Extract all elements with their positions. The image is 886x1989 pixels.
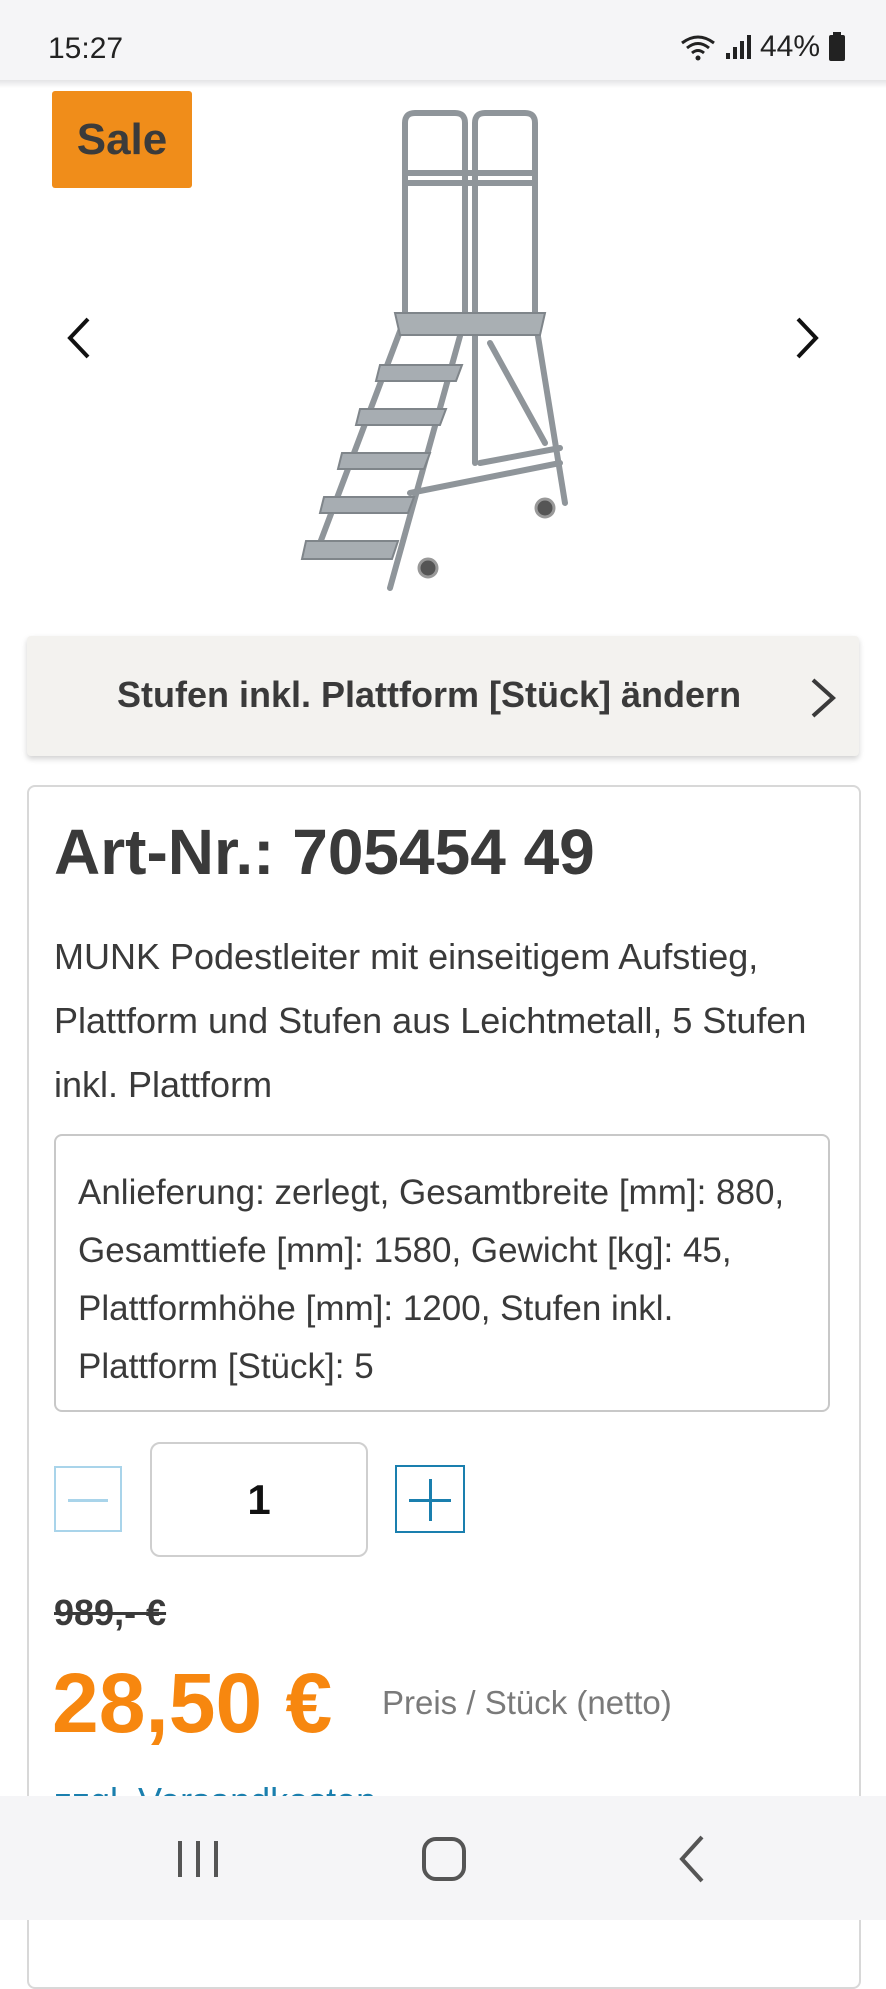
product-image[interactable] <box>280 103 620 603</box>
battery-percent: 44% <box>759 30 820 63</box>
product-description: MUNK Podestleiter mit einseitigem Aufsti… <box>54 936 807 1105</box>
recents-icon[interactable] <box>168 1831 228 1887</box>
status-bar: 15:27 44% <box>0 0 886 80</box>
product-gallery[interactable]: Sale <box>0 88 886 618</box>
system-navigation-bar <box>0 1796 886 1920</box>
product-specs: Anlieferung: zerlegt, Gesamtbreite [mm]:… <box>78 1173 785 1386</box>
header-shadow <box>0 80 886 88</box>
status-time: 15:27 <box>48 32 124 65</box>
chevron-left-icon[interactable] <box>60 313 100 363</box>
quantity-decrease-button[interactable] <box>54 1466 122 1532</box>
home-icon[interactable] <box>414 1831 474 1887</box>
status-icons: 44% <box>680 30 846 64</box>
back-icon[interactable] <box>664 1831 724 1887</box>
article-number: Art-Nr.: 705454 49 <box>54 816 595 888</box>
minus-icon <box>68 1499 108 1502</box>
chevron-right-icon <box>811 678 836 718</box>
quantity-increase-button[interactable] <box>395 1465 465 1533</box>
current-price: 28,50 € <box>52 1656 333 1750</box>
product-specs-box: Anlieferung: zerlegt, Gesamtbreite [mm]:… <box>54 1134 830 1412</box>
old-price: 989,- € <box>54 1592 167 1633</box>
variant-selector-label: Stufen inkl. Plattform [Stück] ändern <box>117 674 742 715</box>
quantity-input[interactable] <box>150 1442 368 1557</box>
variant-selector-button[interactable]: Stufen inkl. Plattform [Stück] ändern <box>27 636 859 756</box>
battery-icon <box>829 32 845 61</box>
signal-icon <box>725 35 751 59</box>
wifi-icon <box>681 35 715 61</box>
price-unit-label: Preis / Stück (netto) <box>382 1684 672 1721</box>
sale-badge: Sale <box>52 91 192 188</box>
chevron-right-icon[interactable] <box>786 313 826 363</box>
